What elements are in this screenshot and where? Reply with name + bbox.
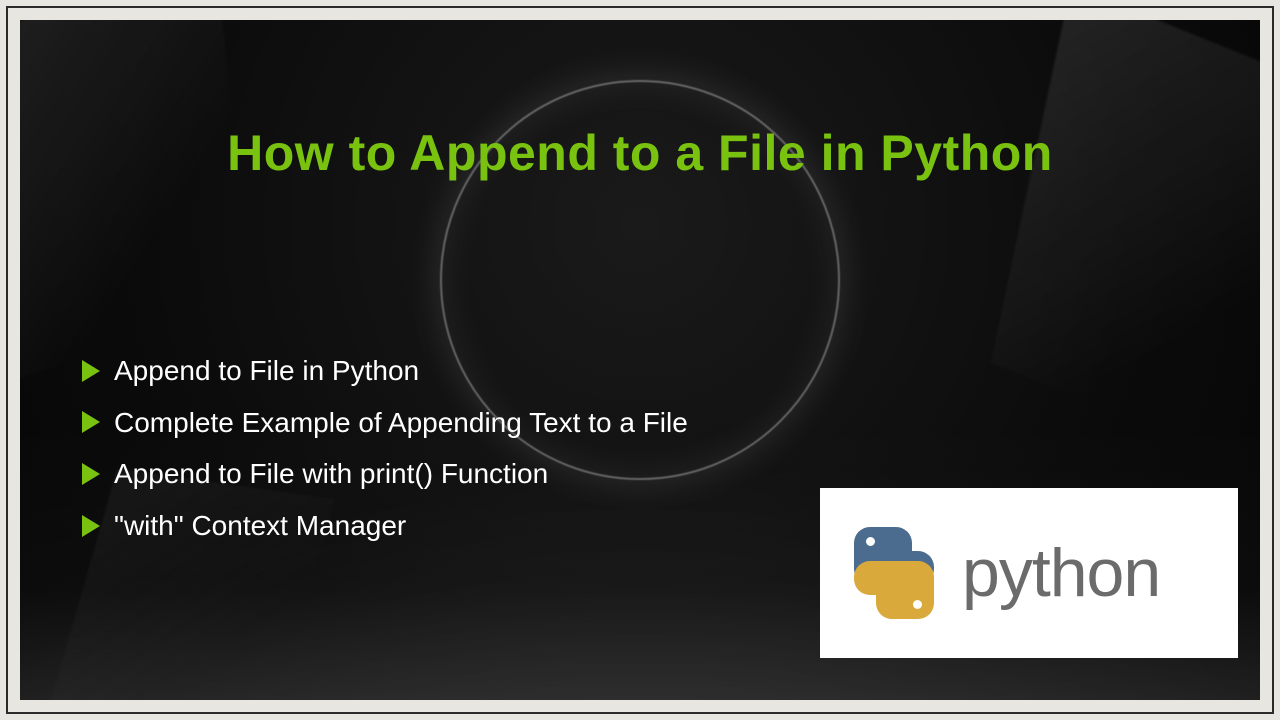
list-item-label: "with" Context Manager [114, 509, 406, 543]
list-item: Complete Example of Appending Text to a … [82, 406, 1200, 440]
list-item-label: Append to File with print() Function [114, 457, 548, 491]
outer-frame: How to Append to a File in Python Append… [6, 6, 1274, 714]
triangle-bullet-icon [82, 463, 100, 485]
list-item: Append to File with print() Function [82, 457, 1200, 491]
slide-title: How to Append to a File in Python [20, 124, 1260, 182]
list-item: Append to File in Python [82, 354, 1200, 388]
list-item-label: Complete Example of Appending Text to a … [114, 406, 688, 440]
triangle-bullet-icon [82, 515, 100, 537]
python-snake-yellow [876, 561, 934, 619]
list-item-label: Append to File in Python [114, 354, 419, 388]
triangle-bullet-icon [82, 360, 100, 382]
bg-shard [20, 20, 252, 383]
slide-background: How to Append to a File in Python Append… [20, 20, 1260, 700]
python-logo-text: python [962, 534, 1160, 612]
python-logo-icon [844, 523, 944, 623]
triangle-bullet-icon [82, 411, 100, 433]
python-logo-card: python [820, 488, 1238, 658]
